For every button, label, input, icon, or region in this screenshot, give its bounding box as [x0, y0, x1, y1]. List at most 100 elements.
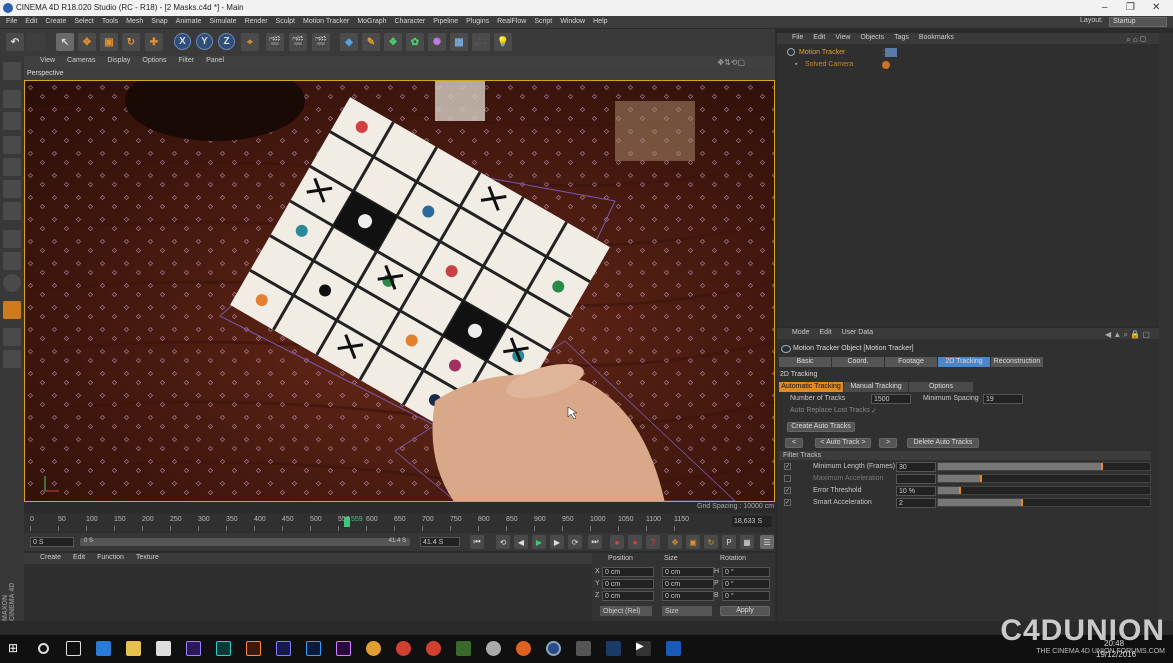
previous-key-icon[interactable]: ⟲ — [496, 535, 510, 549]
create-auto-tracks-button[interactable]: Create Auto Tracks — [787, 422, 855, 432]
tab-automatic-tracking[interactable]: Automatic Tracking — [779, 382, 843, 392]
menu-sculpt[interactable]: Sculpt — [272, 16, 299, 27]
windows-start-icon[interactable]: ⊞ — [8, 641, 23, 656]
object-menu-file[interactable]: File — [787, 33, 808, 42]
filter-slider[interactable] — [937, 498, 1151, 507]
light-icon[interactable]: 💡 — [494, 33, 512, 51]
photoshop-icon[interactable] — [306, 641, 321, 656]
step-back-icon[interactable]: ◀ — [514, 535, 528, 549]
tab-coord[interactable]: Coord. — [832, 357, 884, 367]
app-red2-icon[interactable] — [426, 641, 441, 656]
step-forward-icon[interactable]: ▶ — [550, 535, 564, 549]
close-icon[interactable]: ✕ — [1152, 2, 1160, 13]
menu-create[interactable]: Create — [41, 16, 70, 27]
app-grey2-icon[interactable] — [576, 641, 591, 656]
polygons-mode-icon[interactable] — [3, 202, 21, 220]
axis-mode-icon[interactable] — [3, 230, 21, 248]
menu-character[interactable]: Character — [391, 16, 430, 27]
filter-checkbox[interactable]: ✓ — [784, 487, 791, 494]
object-menu-objects[interactable]: Objects — [855, 33, 889, 42]
edge-icon[interactable] — [96, 641, 111, 656]
app-green-icon[interactable] — [456, 641, 471, 656]
menu-help[interactable]: Help — [589, 16, 611, 27]
coord-rotation-field[interactable]: 0 ° — [722, 567, 770, 577]
media-encoder-icon[interactable] — [276, 641, 291, 656]
grid-icon[interactable] — [3, 328, 21, 346]
viewport-nav-icon[interactable]: ✥⇅⟲▢ — [711, 57, 751, 68]
side-tab-strip[interactable] — [1159, 33, 1173, 621]
premiere-icon[interactable] — [336, 641, 351, 656]
render-picture-viewer-icon[interactable]: 🎬 — [289, 33, 307, 51]
go-to-start-icon[interactable]: ⏮ — [470, 535, 484, 549]
autokey-icon[interactable]: ● — [628, 535, 642, 549]
start-frame-field[interactable]: 0 S — [30, 537, 74, 547]
coord-rotation-field[interactable]: 0 ° — [722, 591, 770, 601]
tab-2d-tracking[interactable]: 2D Tracking — [938, 357, 990, 367]
deformer-icon[interactable]: ✺ — [428, 33, 446, 51]
menu-file[interactable]: File — [2, 16, 21, 27]
filter-value-field[interactable] — [896, 474, 936, 484]
menu-select[interactable]: Select — [70, 16, 97, 27]
search-icon[interactable] — [38, 643, 49, 654]
visibility-icon[interactable]: ⁚ — [882, 49, 884, 57]
task-view-icon[interactable] — [66, 641, 81, 656]
object-menu-view[interactable]: View — [830, 33, 855, 42]
next-track-button[interactable]: > — [879, 438, 897, 448]
playhead[interactable] — [344, 517, 350, 527]
apply-button[interactable]: Apply — [720, 606, 770, 616]
object-menu-bookmarks[interactable]: Bookmarks — [914, 33, 959, 42]
menu-motion-tracker[interactable]: Motion Tracker — [299, 16, 353, 27]
menu-simulate[interactable]: Simulate — [205, 16, 240, 27]
size-mode-select[interactable]: Size — [662, 606, 712, 616]
delete-auto-tracks-button[interactable]: Delete Auto Tracks — [907, 438, 979, 448]
end-frame-field[interactable]: 41.4 S — [420, 537, 460, 547]
key-rotation-icon[interactable]: ↻ — [704, 535, 718, 549]
material-menu-create[interactable]: Create — [34, 553, 67, 562]
filter-value-field[interactable]: 10 % — [896, 486, 936, 496]
layout-select[interactable]: Startup — [1109, 17, 1167, 27]
key-pla-icon[interactable]: ▦ — [740, 535, 754, 549]
pen-icon[interactable]: ✎ — [362, 33, 380, 51]
camera-icon[interactable]: 🎥 — [472, 33, 490, 51]
make-editable-icon[interactable] — [3, 62, 21, 80]
undo-icon[interactable]: ↶ — [6, 33, 24, 51]
array-icon[interactable]: ✿ — [406, 33, 424, 51]
key-scale-icon[interactable]: ▣ — [686, 535, 700, 549]
maximize-icon[interactable]: ❐ — [1126, 2, 1135, 13]
steam-icon[interactable] — [606, 641, 621, 656]
play-icon[interactable]: ▶ — [532, 535, 546, 549]
menu-mesh[interactable]: Mesh — [122, 16, 147, 27]
coord-pos-field[interactable]: 0 cm — [602, 579, 654, 589]
attribute-menu-edit[interactable]: Edit — [815, 328, 837, 337]
coordinate-system-icon[interactable]: ⌖ — [241, 33, 259, 51]
illustrator-icon[interactable] — [246, 641, 261, 656]
floor-icon[interactable]: ▦ — [450, 33, 468, 51]
viewport-menu-view[interactable]: View — [34, 56, 61, 65]
after-effects-icon[interactable] — [186, 641, 201, 656]
auto-replace-checkbox[interactable]: ✓ — [871, 407, 877, 415]
attribute-menu-user-data[interactable]: User Data — [837, 328, 879, 337]
coord-pos-field[interactable]: 0 cm — [602, 567, 654, 577]
filter-checkbox[interactable] — [784, 475, 791, 482]
edges-mode-icon[interactable] — [3, 180, 21, 198]
menu-window[interactable]: Window — [556, 16, 589, 27]
coord-rotation-field[interactable]: 0 ° — [722, 579, 770, 589]
material-menu-function[interactable]: Function — [91, 553, 130, 562]
attribute-menu-mode[interactable]: Mode — [787, 328, 815, 337]
move-tool-icon[interactable]: ✥ — [78, 33, 96, 51]
filter-value-field[interactable]: 30 — [896, 462, 936, 472]
y-axis-button[interactable]: Y — [196, 33, 213, 50]
app-red-icon[interactable] — [396, 641, 411, 656]
subdivision-icon[interactable]: ❖ — [384, 33, 402, 51]
snap-icon[interactable] — [3, 274, 21, 292]
texture-mode-icon[interactable] — [3, 112, 21, 130]
go-to-end-icon[interactable]: ⏭ — [588, 535, 602, 549]
object-row-motion-tracker[interactable]: Motion Tracker ⁚ — [777, 47, 1159, 59]
coord-size-field[interactable]: 0 cm — [662, 591, 714, 601]
filter-value-field[interactable]: 2 — [896, 498, 936, 508]
cube-icon[interactable]: ◆ — [340, 33, 358, 51]
rotate-tool-icon[interactable]: ↻ — [122, 33, 140, 51]
tab-footage[interactable]: Footage — [885, 357, 937, 367]
chrome-icon[interactable] — [366, 641, 381, 656]
range-slider[interactable]: 0 S 41.4 S — [80, 538, 410, 546]
